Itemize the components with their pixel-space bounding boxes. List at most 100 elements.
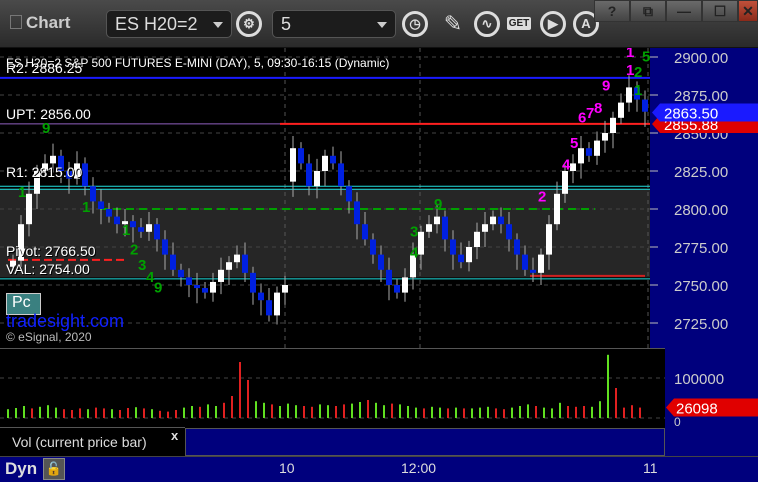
candle xyxy=(258,292,264,301)
drag-grip-icon[interactable] xyxy=(10,15,22,29)
price-tick: 2800.00 xyxy=(674,202,728,219)
copyright: © eSignal, 2020 xyxy=(6,330,92,344)
candle xyxy=(378,254,384,270)
candle xyxy=(266,300,272,316)
interval-value: 5 xyxy=(281,14,292,34)
candle xyxy=(106,209,112,217)
candle xyxy=(618,102,624,118)
toolbar: Chart ES H20=2 ⚙ 5 ◷ ✎ ∿ GET ▶ A ? ⧉ — ☐… xyxy=(0,0,758,48)
td-count-marker: 4 xyxy=(562,156,571,173)
pencil-icon[interactable]: ✎ xyxy=(440,11,466,37)
candle xyxy=(426,224,432,232)
close-pane-icon[interactable]: x xyxy=(171,428,178,443)
volume-tick: 100000 xyxy=(674,371,724,388)
candle xyxy=(570,163,576,171)
candle xyxy=(90,186,96,202)
candle xyxy=(362,224,368,240)
td-count-marker: 1 xyxy=(82,199,90,216)
candle xyxy=(370,239,376,255)
td-count-marker: 1 xyxy=(18,184,26,201)
td-count-marker: 9 xyxy=(154,280,162,297)
candle xyxy=(186,277,192,285)
candle xyxy=(498,216,504,225)
candle xyxy=(330,155,336,164)
last-price: 2863.50 xyxy=(664,105,718,122)
candle xyxy=(194,285,200,289)
candle xyxy=(282,285,288,293)
time-axis: Dyn 🔓 10 12:00 11 xyxy=(0,456,758,482)
price-tick: 2775.00 xyxy=(674,240,728,257)
candle xyxy=(402,277,408,293)
candle xyxy=(538,254,544,273)
symbol-input[interactable]: ES H20=2 xyxy=(106,10,232,38)
td-count-marker: 2 xyxy=(538,188,546,205)
volume-chart[interactable]: 100000026098 xyxy=(0,348,758,428)
watermark: tradesight.com xyxy=(6,311,125,331)
candle xyxy=(314,171,320,187)
candle xyxy=(514,239,520,255)
candle xyxy=(434,216,440,225)
maximize-button[interactable]: ☐ xyxy=(702,0,738,22)
chevron-down-icon xyxy=(213,22,223,28)
candle xyxy=(602,133,608,141)
td-count-marker: 1 xyxy=(122,222,130,239)
candle xyxy=(170,254,176,270)
candle xyxy=(322,155,328,171)
gear-icon[interactable]: ⚙ xyxy=(236,11,262,37)
candle xyxy=(474,231,480,247)
price-tick: 2875.00 xyxy=(674,88,728,105)
candle xyxy=(306,163,312,187)
r2-label: R2: 2886.25 xyxy=(6,60,83,76)
candle xyxy=(226,262,232,270)
get-button[interactable]: GET xyxy=(506,11,532,37)
candle xyxy=(210,281,216,293)
td-count-marker: 8 xyxy=(594,100,602,117)
candle xyxy=(162,239,168,255)
candle xyxy=(626,87,632,103)
candle xyxy=(522,254,528,270)
candle xyxy=(466,247,472,263)
candle xyxy=(642,99,648,112)
candle xyxy=(242,254,248,273)
price-chart[interactable]: 2900.002875.002850.002825.002800.002775.… xyxy=(0,48,758,348)
time-tick: 12:00 xyxy=(401,460,437,476)
candle xyxy=(50,155,56,164)
lock-icon[interactable]: 🔓 xyxy=(43,458,65,480)
minimize-button[interactable]: — xyxy=(666,0,702,22)
volume-pane-blank xyxy=(185,428,665,456)
link-button[interactable]: ⧉ xyxy=(630,0,666,22)
interval-select[interactable]: 5 xyxy=(272,10,396,38)
candle xyxy=(386,269,392,285)
value-area-band xyxy=(0,189,650,278)
candle xyxy=(594,140,600,156)
study-icon[interactable]: ∿ xyxy=(474,11,500,37)
upt-label: UPT: 2856.00 xyxy=(6,106,91,122)
dyn-mode-label[interactable]: Dyn xyxy=(5,459,37,479)
candle xyxy=(418,231,424,255)
clock-icon[interactable]: ◷ xyxy=(402,11,428,37)
pivot-label: Pivot: 2766.50 xyxy=(6,243,96,259)
candle xyxy=(274,292,280,316)
td-count-marker: 1 xyxy=(634,82,642,99)
val-label: VAL: 2754.00 xyxy=(6,261,90,277)
td-count-marker: 2 xyxy=(634,64,642,81)
title-text: Chart xyxy=(26,13,71,32)
candle xyxy=(458,254,464,263)
candle xyxy=(578,148,584,164)
candle xyxy=(530,269,536,273)
candle xyxy=(130,221,136,228)
price-tick: 2900.00 xyxy=(674,50,728,67)
candle xyxy=(394,285,400,293)
td-count-marker: 3 xyxy=(410,223,418,240)
close-button[interactable]: ✕ xyxy=(738,0,758,22)
chevron-down-icon xyxy=(377,22,387,28)
time-tick: 11 xyxy=(643,460,658,476)
candle xyxy=(346,186,352,202)
candle xyxy=(250,272,256,293)
symbol-value: ES H20=2 xyxy=(115,14,198,34)
candle xyxy=(490,216,496,225)
candle xyxy=(298,148,304,164)
td-count-marker: 1 xyxy=(626,48,634,61)
play-icon[interactable]: ▶ xyxy=(540,11,566,37)
help-button[interactable]: ? xyxy=(594,0,630,22)
